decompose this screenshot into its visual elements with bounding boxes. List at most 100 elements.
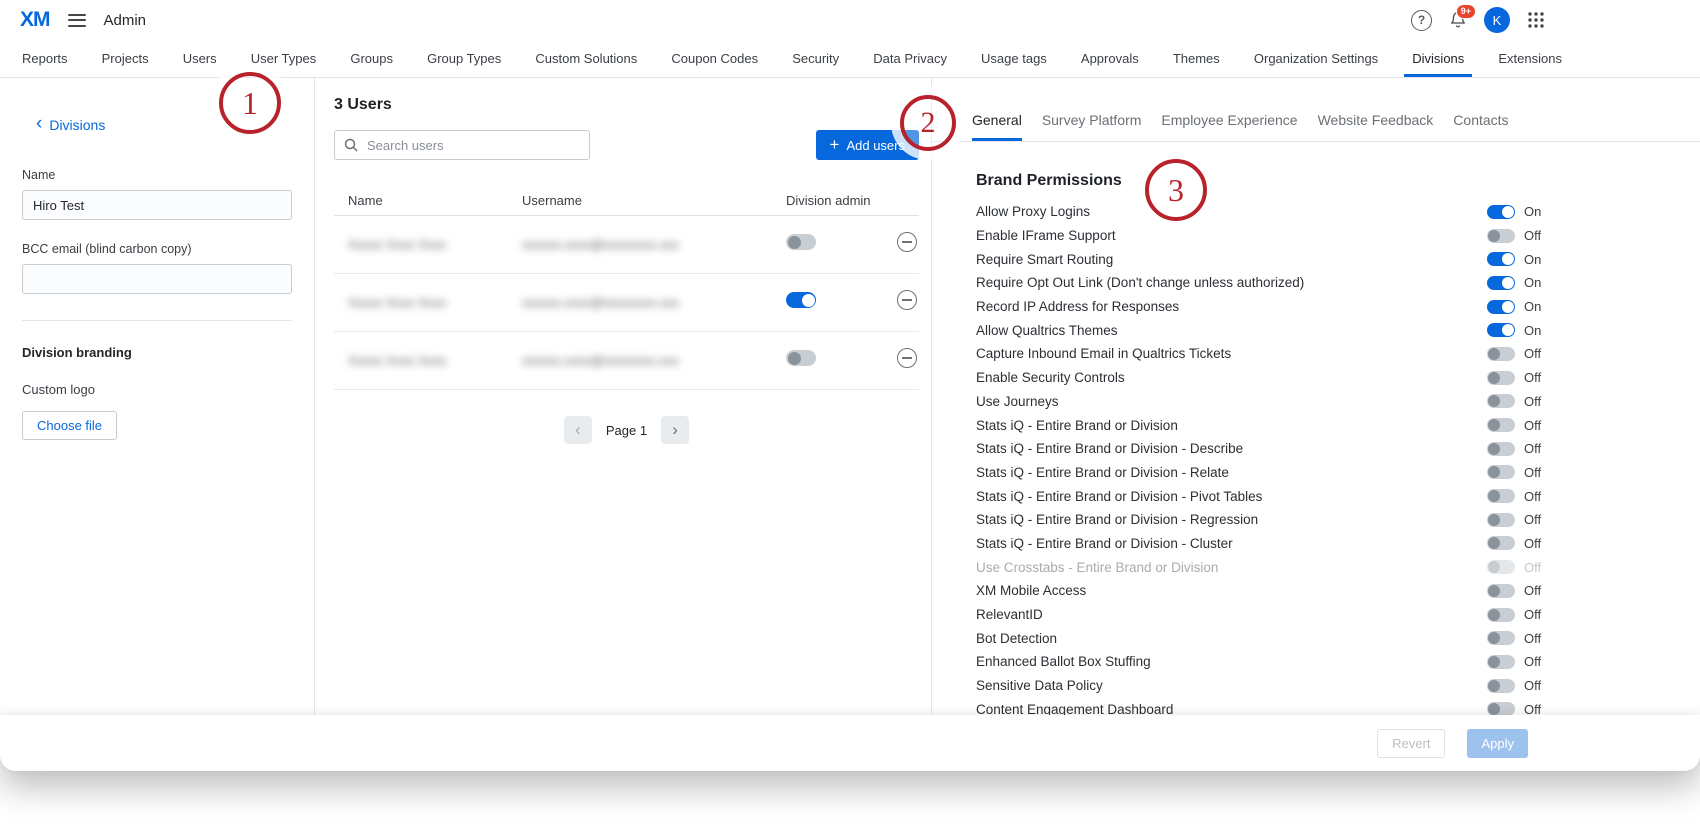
permission-toggle[interactable] — [1487, 323, 1515, 337]
table-row: Xxxxx Xxxx Xxxxxxxxxx.xxxx@xxxxxxxx.xxx — [334, 274, 919, 332]
remove-user-icon[interactable] — [897, 232, 917, 252]
column-header-division-admin: Division admin — [786, 193, 897, 208]
permission-row-stats-iq-entire-brand-or-division-cluster: Stats iQ - Entire Brand or Division - Cl… — [976, 532, 1550, 556]
permission-toggle[interactable] — [1487, 442, 1515, 456]
permission-toggle[interactable] — [1487, 394, 1515, 408]
permission-row-allow-proxy-logins: Allow Proxy LoginsOn — [976, 200, 1550, 224]
permission-label: Sensitive Data Policy — [976, 678, 1487, 693]
permission-state: Off — [1524, 607, 1550, 622]
nav-tab-reports[interactable]: Reports — [22, 40, 68, 77]
remove-user-icon[interactable] — [897, 348, 917, 368]
permission-state: Off — [1524, 370, 1550, 385]
permission-toggle[interactable] — [1487, 371, 1515, 385]
nav-tab-custom-solutions[interactable]: Custom Solutions — [535, 40, 637, 77]
permission-row-enable-iframe-support: Enable IFrame SupportOff — [976, 224, 1550, 248]
avatar[interactable]: K — [1484, 7, 1510, 33]
permission-label: Use Crosstabs - Entire Brand or Division — [976, 560, 1487, 575]
choose-file-button[interactable]: Choose file — [22, 411, 117, 440]
hamburger-menu-icon[interactable] — [68, 14, 86, 27]
nav-tab-security[interactable]: Security — [792, 40, 839, 77]
division-admin-toggle[interactable] — [786, 350, 816, 366]
nav-tab-data-privacy[interactable]: Data Privacy — [873, 40, 947, 77]
permission-toggle[interactable] — [1487, 276, 1515, 290]
tab-survey-platform[interactable]: Survey Platform — [1042, 112, 1142, 141]
permission-state: Off — [1524, 346, 1550, 361]
tab-general[interactable]: General — [972, 112, 1022, 141]
permission-toggle[interactable] — [1487, 679, 1515, 693]
previous-page-button[interactable]: ‹ — [564, 416, 592, 444]
permission-toggle[interactable] — [1487, 584, 1515, 598]
permission-toggle[interactable] — [1487, 465, 1515, 479]
permission-state: Off — [1524, 702, 1550, 715]
permission-toggle[interactable] — [1487, 489, 1515, 503]
permission-toggle[interactable] — [1487, 252, 1515, 266]
permission-state: On — [1524, 275, 1550, 290]
search-users-input[interactable] — [334, 130, 590, 160]
permission-state: Off — [1524, 489, 1550, 504]
remove-user-icon[interactable] — [897, 290, 917, 310]
nav-tab-themes[interactable]: Themes — [1173, 40, 1220, 77]
tab-employee-experience[interactable]: Employee Experience — [1161, 112, 1297, 141]
search-icon — [343, 137, 359, 153]
permission-row-require-opt-out-link-don-t-change-unless-authorized: Require Opt Out Link (Don't change unles… — [976, 271, 1550, 295]
permission-toggle[interactable] — [1487, 418, 1515, 432]
permission-toggle[interactable] — [1487, 631, 1515, 645]
nav-tab-coupon-codes[interactable]: Coupon Codes — [671, 40, 758, 77]
permission-state: Off — [1524, 560, 1550, 575]
nav-tab-divisions[interactable]: Divisions — [1412, 40, 1464, 77]
annotation-number: 2 — [921, 106, 936, 140]
permission-state: Off — [1524, 654, 1550, 669]
annotation-circle-2: 2 — [900, 95, 956, 151]
division-admin-toggle[interactable] — [786, 234, 816, 250]
nav-tab-users[interactable]: Users — [183, 40, 217, 77]
permission-state: Off — [1524, 512, 1550, 527]
nav-tab-approvals[interactable]: Approvals — [1081, 40, 1139, 77]
nav-tab-groups[interactable]: Groups — [350, 40, 393, 77]
help-icon[interactable]: ? — [1411, 10, 1432, 31]
permission-toggle[interactable] — [1487, 205, 1515, 219]
tab-contacts[interactable]: Contacts — [1453, 112, 1508, 141]
permission-label: RelevantID — [976, 607, 1487, 622]
permission-row-xm-mobile-access: XM Mobile AccessOff — [976, 579, 1550, 603]
division-admin-toggle[interactable] — [786, 292, 816, 308]
revert-button[interactable]: Revert — [1377, 729, 1445, 758]
annotation-number: 3 — [1168, 172, 1184, 209]
next-page-button[interactable]: › — [661, 416, 689, 444]
bcc-email-input[interactable] — [22, 264, 292, 294]
nav-tab-usage-tags[interactable]: Usage tags — [981, 40, 1047, 77]
user-name-redacted: Xxxxx Xxxx Xxxx — [348, 237, 446, 252]
pagination: ‹ Page 1 › — [334, 416, 919, 444]
permission-toggle[interactable] — [1487, 513, 1515, 527]
permission-toggle[interactable] — [1487, 300, 1515, 314]
back-to-divisions-link[interactable]: ‹ Divisions — [36, 116, 105, 133]
users-panel: 3 Users + Add users Name Username Divisi — [315, 78, 932, 715]
chevron-left-icon: ‹ — [36, 114, 42, 133]
nav-tab-group-types[interactable]: Group Types — [427, 40, 501, 77]
permission-state: On — [1524, 323, 1550, 338]
permission-label: Stats iQ - Entire Brand or Division — [976, 418, 1487, 433]
division-name-input[interactable] — [22, 190, 292, 220]
notification-badge: 9+ — [1456, 4, 1476, 19]
nav-tab-projects[interactable]: Projects — [102, 40, 149, 77]
nav-tab-user-types[interactable]: User Types — [251, 40, 317, 77]
permission-state: Off — [1524, 441, 1550, 456]
app-grid-icon[interactable] — [1527, 11, 1545, 29]
permission-toggle[interactable] — [1487, 536, 1515, 550]
notifications-bell-icon[interactable]: 9+ — [1449, 11, 1467, 29]
permission-label: Record IP Address for Responses — [976, 299, 1487, 314]
xm-logo: XM — [20, 8, 50, 32]
permission-state: On — [1524, 299, 1550, 314]
permission-toggle[interactable] — [1487, 229, 1515, 243]
nav-tab-extensions[interactable]: Extensions — [1498, 40, 1562, 77]
divider — [22, 320, 292, 321]
permission-toggle[interactable] — [1487, 608, 1515, 622]
permission-toggle[interactable] — [1487, 655, 1515, 669]
apply-button[interactable]: Apply — [1467, 729, 1528, 758]
permission-toggle[interactable] — [1487, 702, 1515, 715]
nav-tab-organization-settings[interactable]: Organization Settings — [1254, 40, 1378, 77]
permission-row-stats-iq-entire-brand-or-division-regression: Stats iQ - Entire Brand or Division - Re… — [976, 508, 1550, 532]
permission-toggle[interactable] — [1487, 347, 1515, 361]
tab-website-feedback[interactable]: Website Feedback — [1318, 112, 1434, 141]
permission-row-bot-detection: Bot DetectionOff — [976, 626, 1550, 650]
name-field-label: Name — [22, 168, 292, 182]
